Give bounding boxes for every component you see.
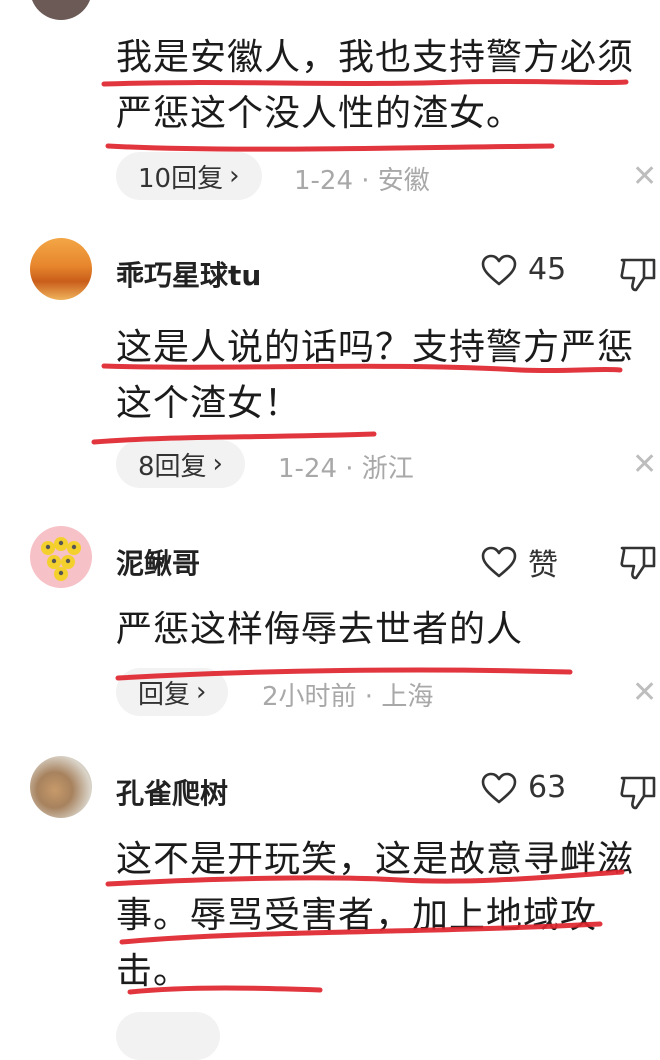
like-button[interactable]: 45	[480, 252, 566, 287]
avatar[interactable]	[30, 0, 92, 20]
reply-label: 8回复	[138, 451, 207, 482]
comment-text: 我是安徽人，我也支持警方必须严惩这个没人性的渣女。	[116, 37, 635, 134]
thumbs-down-icon[interactable]	[618, 772, 660, 812]
reply-button[interactable]: 8回复 ›	[116, 440, 245, 488]
reply-label: 回复	[138, 679, 191, 710]
comment-meta: 2小时前 · 上海	[262, 682, 434, 712]
chevron-right-icon: ›	[196, 677, 207, 707]
reply-label: 10回复	[138, 163, 224, 194]
like-button[interactable]: 63	[480, 770, 566, 805]
close-icon[interactable]: ✕	[632, 678, 657, 708]
like-button[interactable]: 赞	[480, 540, 558, 584]
heart-outline-icon	[481, 546, 517, 578]
comment-username[interactable]: 乖巧星球tu	[116, 254, 261, 294]
like-count: 赞	[528, 548, 558, 583]
comment-meta: 1-24 · 安徽	[294, 166, 430, 196]
reply-button[interactable]: 10回复 ›	[116, 152, 262, 200]
avatar[interactable]	[30, 756, 92, 818]
thumbs-down-icon[interactable]	[618, 542, 660, 582]
comment-username[interactable]: 泥鳅哥	[116, 542, 200, 582]
reply-button[interactable]	[116, 1012, 220, 1060]
thumbs-down-icon[interactable]	[618, 254, 660, 294]
chevron-right-icon: ›	[212, 449, 223, 479]
comment-text: 这是人说的话吗？支持警方严惩这个渣女！	[116, 327, 635, 424]
like-count: 63	[528, 770, 567, 805]
comment-meta: 1-24 · 浙江	[278, 454, 414, 484]
comment-username[interactable]: 孔雀爬树	[116, 772, 228, 812]
close-icon[interactable]: ✕	[632, 162, 657, 192]
reply-button[interactable]: 回复 ›	[116, 668, 229, 716]
heart-outline-icon	[481, 772, 517, 803]
avatar[interactable]	[30, 238, 92, 300]
comment-text: 严惩这样侮辱去世者的人	[116, 609, 524, 650]
chevron-right-icon: ›	[229, 161, 240, 191]
heart-outline-icon	[481, 254, 517, 285]
comment-text: 这不是开玩笑，这是故意寻衅滋事。辱骂受害者，加上地域攻击。	[116, 839, 635, 992]
close-icon[interactable]: ✕	[632, 450, 657, 480]
minions-avatar-image	[41, 537, 81, 581]
like-count: 45	[528, 252, 567, 287]
avatar[interactable]	[30, 526, 92, 588]
